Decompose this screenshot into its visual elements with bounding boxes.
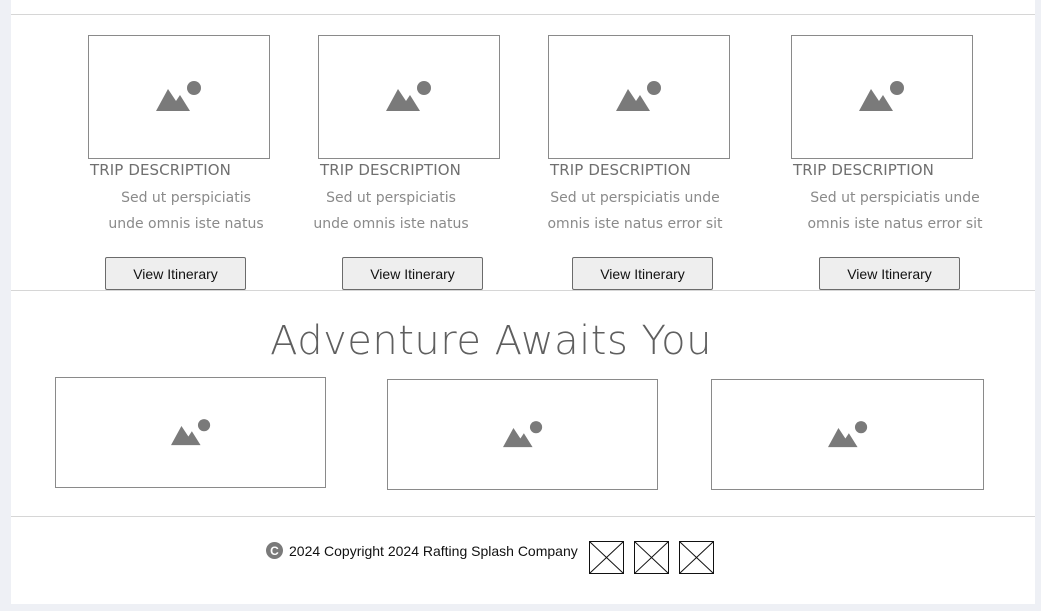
broken-image-icon[interactable]: [679, 541, 714, 574]
copyright-icon: C: [266, 542, 283, 559]
broken-image-icon[interactable]: [589, 541, 624, 574]
image-placeholder-icon: [827, 420, 867, 447]
view-itinerary-button-1[interactable]: View Itinerary: [105, 257, 246, 290]
image-placeholder-icon: [156, 81, 201, 111]
top-divider: [11, 14, 1035, 15]
view-itinerary-button-4[interactable]: View Itinerary: [819, 257, 960, 290]
view-itinerary-button-3[interactable]: View Itinerary: [572, 257, 713, 290]
trip-description-4: Sed ut perspiciatis unde omnis iste natu…: [807, 190, 983, 243]
section-divider: [11, 290, 1035, 291]
trip-image-3: [548, 35, 730, 159]
trip-description-1: Sed ut perspiciatis unde omnis iste natu…: [108, 190, 264, 243]
trip-title-3: TRIP DESCRIPTION: [550, 161, 691, 179]
trip-title-2: TRIP DESCRIPTION: [320, 161, 461, 179]
image-placeholder-icon: [386, 81, 431, 111]
trip-description-3: Sed ut perspiciatis unde omnis iste natu…: [547, 190, 723, 243]
page-content: TRIP DESCRIPTION Sed ut perspiciatis und…: [11, 0, 1035, 604]
copyright-text: 2024 Copyright 2024 Rafting Splash Compa…: [289, 542, 578, 559]
trip-image-2: [318, 35, 500, 159]
trip-image-4: [791, 35, 973, 159]
broken-image-icon[interactable]: [634, 541, 669, 574]
footer-divider: [11, 516, 1035, 517]
adventure-image-3: [711, 379, 984, 490]
image-placeholder-icon: [502, 420, 542, 447]
image-placeholder-icon: [170, 418, 210, 445]
view-itinerary-button-2[interactable]: View Itinerary: [342, 257, 483, 290]
image-placeholder-icon: [859, 81, 904, 111]
trip-title-4: TRIP DESCRIPTION: [793, 161, 934, 179]
trip-title-1: TRIP DESCRIPTION: [90, 161, 231, 179]
trip-image-1: [88, 35, 270, 159]
adventure-image-2: [387, 379, 658, 490]
image-placeholder-icon: [616, 81, 661, 111]
adventure-image-1: [55, 377, 326, 488]
adventure-headline: Adventure Awaits You: [270, 318, 712, 364]
trip-description-2: Sed ut perspiciatis unde omnis iste natu…: [313, 190, 469, 243]
footer-copyright: C 2024 Copyright 2024 Rafting Splash Com…: [266, 542, 578, 559]
